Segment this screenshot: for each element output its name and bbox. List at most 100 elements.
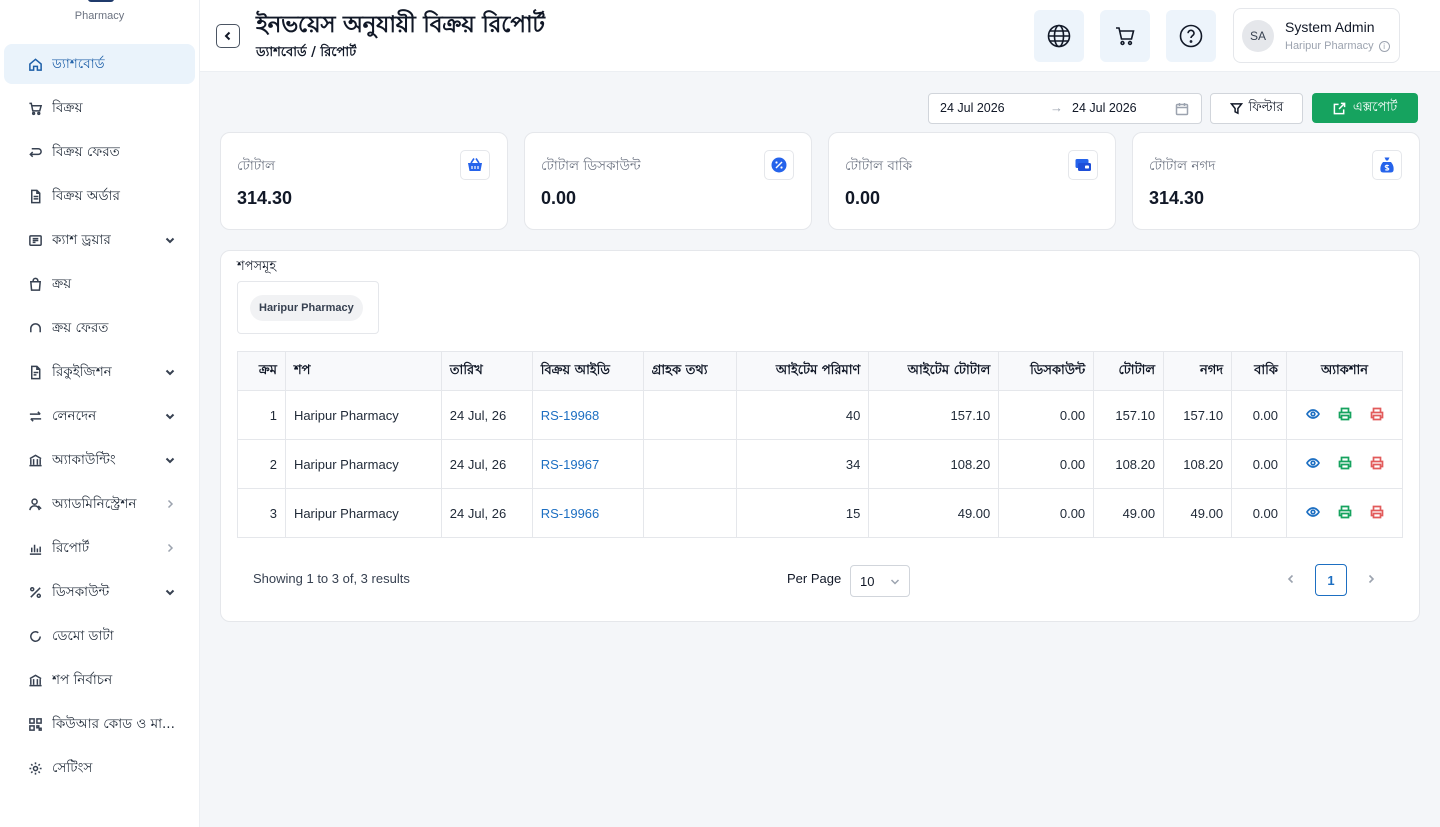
sidebar-item-qrcode[interactable]: কিউআর কোড ও মা...: [4, 704, 195, 744]
sale-id-link[interactable]: RS-19967: [541, 457, 600, 472]
column-header: ক্রম: [237, 351, 286, 391]
chevron-right-icon[interactable]: [163, 497, 177, 511]
user-name: System Admin: [1285, 19, 1375, 35]
cell-sl: 2: [237, 439, 286, 489]
calendar-icon: [1175, 102, 1189, 116]
print-receipt-icon[interactable]: [1370, 505, 1384, 522]
sidebar-item-report[interactable]: রিপোর্ট: [4, 528, 195, 568]
sidebar-item-label: রিপোর্ট: [52, 539, 90, 556]
print-icon[interactable]: [1338, 456, 1352, 473]
prev-page-button[interactable]: [1283, 571, 1299, 587]
table-row: 2 Haripur Pharmacy 24 Jul, 26 RS-19967 3…: [237, 439, 1403, 489]
cell-date: 24 Jul, 26: [440, 390, 533, 440]
percent-icon: [26, 583, 44, 601]
filter-button[interactable]: ফিল্টার: [1210, 93, 1303, 124]
table-row: 1 Haripur Pharmacy 24 Jul, 26 RS-19968 4…: [237, 390, 1403, 440]
arrow-right-icon: →: [1050, 100, 1063, 115]
table-header-row: ক্রম শপ তারিখ বিক্রয় আইডি গ্রাহক তথ্য আ…: [237, 351, 1403, 391]
shop-selector[interactable]: Haripur Pharmacy: [237, 281, 379, 334]
print-receipt-icon[interactable]: [1370, 407, 1384, 424]
home-icon: [26, 55, 44, 73]
shop-chip[interactable]: Haripur Pharmacy: [250, 295, 363, 321]
page-button-current[interactable]: 1: [1315, 564, 1347, 596]
sidebar-item-shop-select[interactable]: শপ নির্বাচন: [4, 660, 195, 700]
sale-id-link[interactable]: RS-19968: [541, 408, 600, 423]
sidebar-item-purchase[interactable]: ক্রয়: [4, 264, 195, 304]
brand-logo[interactable]: Pharmacy: [0, 0, 199, 40]
sales-report-table: ক্রম শপ তারিখ বিক্রয় আইডি গ্রাহক তথ্য আ…: [237, 351, 1403, 538]
sidebar-item-label: ক্রয় ফেরত: [52, 319, 109, 336]
help-button[interactable]: [1166, 10, 1216, 62]
export-button-label: এক্সপোর্ট: [1352, 99, 1398, 115]
drawer-icon: [26, 231, 44, 249]
date-to-input[interactable]: 24 Jul 2026: [1072, 101, 1137, 115]
refresh-icon: [26, 319, 44, 337]
shops-label: শপসমূহ: [237, 259, 277, 274]
chevron-down-icon[interactable]: [163, 453, 177, 467]
cell-qty: 34: [735, 439, 870, 489]
column-header: শপ: [284, 351, 442, 391]
sidebar-item-label: ডিসকাউন্ট: [52, 583, 110, 600]
info-icon[interactable]: i: [1378, 40, 1390, 52]
cell-discount: 0.00: [998, 390, 1095, 440]
sidebar-item-sales[interactable]: বিক্রয়: [4, 88, 195, 128]
logo-mark: [88, 0, 114, 2]
sidebar-item-transactions[interactable]: লেনদেন: [4, 396, 195, 436]
print-receipt-icon[interactable]: [1370, 456, 1384, 473]
filter-button-label: ফিল্টার: [1248, 100, 1284, 115]
date-range-picker[interactable]: 24 Jul 2026 → 24 Jul 2026: [928, 93, 1202, 124]
chevron-left-icon: [1287, 574, 1294, 584]
print-icon[interactable]: [1338, 505, 1352, 522]
bank-icon: [26, 451, 44, 469]
sidebar-item-discount[interactable]: ডিসকাউন্ট: [4, 572, 195, 612]
sidebar-item-requisition[interactable]: রিকুইজিশন: [4, 352, 195, 392]
bag-icon: [26, 275, 44, 293]
sidebar-item-label: সেটিংস: [52, 759, 93, 776]
cell-due: 0.00: [1231, 390, 1287, 440]
sidebar-item-settings[interactable]: সেটিংস: [4, 748, 195, 788]
sidebar-item-cash-drawer[interactable]: ক্যাশ ড্রয়ার: [4, 220, 195, 260]
sidebar-item-dashboard[interactable]: ড্যাশবোর্ড: [4, 44, 195, 84]
cart-icon: [1116, 27, 1135, 46]
chevron-right-icon[interactable]: [163, 541, 177, 555]
chevron-down-icon[interactable]: [163, 233, 177, 247]
cell-shop: Haripur Pharmacy: [284, 488, 442, 538]
sidebar-item-sales-return[interactable]: বিক্রয় ফেরত: [4, 132, 195, 172]
chevron-down-icon[interactable]: [163, 365, 177, 379]
column-header: নগদ: [1163, 351, 1233, 391]
card-label: টোটাল ডিসকাউন্ট: [541, 158, 641, 174]
sidebar-item-purchase-return[interactable]: ক্রয় ফেরত: [4, 308, 195, 348]
sidebar-item-label: বিক্রয়: [52, 99, 83, 116]
chevron-down-icon[interactable]: [163, 585, 177, 599]
cell-customer: [642, 439, 737, 489]
cart-icon: [26, 99, 44, 117]
cell-date: 24 Jul, 26: [440, 488, 533, 538]
report-panel: শপসমূহ Haripur Pharmacy ক্রম শপ তারিখ বি…: [220, 250, 1420, 622]
cell-item-total: 157.10: [868, 390, 1000, 440]
date-from-input[interactable]: 24 Jul 2026: [940, 101, 1005, 115]
chevron-down-icon[interactable]: [163, 409, 177, 423]
print-icon[interactable]: [1338, 407, 1352, 424]
per-page-select[interactable]: 10: [850, 565, 910, 597]
column-header: বিক্রয় আইডি: [531, 351, 644, 391]
eye-icon[interactable]: [1305, 505, 1320, 522]
user-menu[interactable]: SA System Admin Haripur Pharmacy i: [1233, 8, 1400, 63]
export-button[interactable]: এক্সপোর্ট: [1312, 93, 1418, 123]
back-button[interactable]: [216, 24, 240, 48]
cell-total: 157.10: [1093, 390, 1165, 440]
summary-card-total-discount: টোটাল ডিসকাউন্ট 0.00: [524, 132, 812, 230]
language-button[interactable]: [1034, 10, 1084, 62]
table-row: 3 Haripur Pharmacy 24 Jul, 26 RS-19966 1…: [237, 488, 1403, 538]
sidebar-item-sales-order[interactable]: বিক্রয় অর্ডার: [4, 176, 195, 216]
sidebar-item-administration[interactable]: অ্যাডমিনিস্ট্রেশন: [4, 484, 195, 524]
sidebar-item-accounting[interactable]: অ্যাকাউন্টিং: [4, 440, 195, 480]
eye-icon[interactable]: [1305, 456, 1320, 473]
cell-item-total: 108.20: [868, 439, 1000, 489]
column-header: টোটাল: [1093, 351, 1165, 391]
sale-id-link[interactable]: RS-19966: [541, 506, 600, 521]
sidebar-item-demo-data[interactable]: ডেমো ডাটা: [4, 616, 195, 656]
eye-icon[interactable]: [1305, 407, 1320, 424]
next-page-button[interactable]: [1363, 571, 1379, 587]
breadcrumb[interactable]: ড্যাশবোর্ড / রিপোর্ট: [256, 43, 356, 64]
cart-button[interactable]: [1100, 10, 1150, 62]
